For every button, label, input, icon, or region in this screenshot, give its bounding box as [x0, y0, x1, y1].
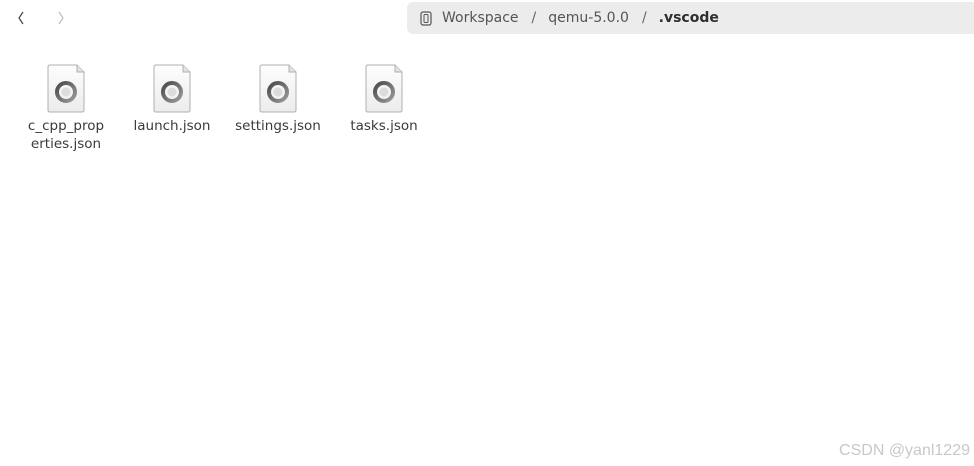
file-item-tasks[interactable]: tasks.json	[334, 64, 434, 135]
json-file-icon	[259, 64, 297, 113]
file-name: c_cpp_prop erties.json	[27, 118, 105, 152]
chevron-right-icon	[58, 11, 64, 25]
chevron-left-icon	[18, 11, 24, 25]
json-file-icon	[153, 64, 191, 113]
file-item-settings[interactable]: settings.json	[228, 64, 328, 135]
breadcrumb-separator: /	[531, 10, 537, 26]
breadcrumb-vscode[interactable]: .vscode	[659, 10, 719, 26]
json-file-icon	[365, 64, 403, 113]
file-name: settings.json	[235, 118, 321, 134]
breadcrumb-workspace[interactable]: Workspace	[442, 10, 519, 26]
forward-button[interactable]	[51, 6, 71, 30]
file-item-c-cpp-properties[interactable]: c_cpp_prop erties.json	[16, 64, 116, 153]
file-name: launch.json	[133, 118, 211, 134]
breadcrumb-separator: /	[641, 10, 647, 26]
breadcrumb-qemu[interactable]: qemu-5.0.0	[548, 10, 629, 26]
drive-icon	[420, 10, 434, 26]
watermark: CSDN @yanl1229	[839, 442, 970, 459]
file-name: tasks.json	[350, 118, 418, 134]
breadcrumb: Workspace / qemu-5.0.0 / .vscode	[407, 2, 974, 34]
json-file-icon	[47, 64, 85, 113]
back-button[interactable]	[11, 6, 31, 30]
file-item-launch[interactable]: launch.json	[122, 64, 222, 135]
